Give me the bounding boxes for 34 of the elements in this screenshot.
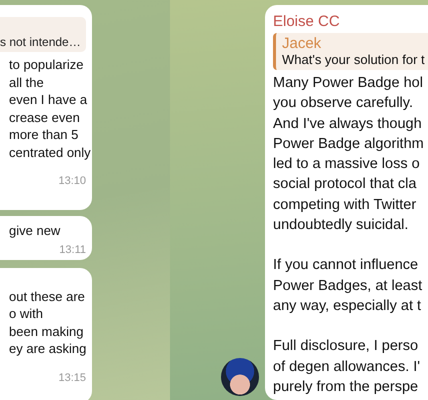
- message-text: even I have a: [8, 91, 88, 108]
- message-text: of degen allowances. I': [273, 358, 422, 377]
- message-text: purely from the perspe: [273, 378, 420, 397]
- message-text: crease even: [8, 108, 80, 126]
- message-text: Many Power Badge hol: [273, 74, 424, 93]
- reply-text: What's your solution for t: [282, 52, 426, 67]
- message-text: If you cannot influence: [273, 256, 420, 276]
- avatar[interactable]: [221, 358, 259, 396]
- sender-name[interactable]: Eloise CC: [273, 13, 428, 30]
- message-text: more than 5: [8, 126, 78, 144]
- message-time: 13:11: [59, 244, 86, 256]
- message-text: all the: [8, 74, 44, 91]
- message-text: been making: [8, 322, 84, 340]
- reply-author: Jacek: [282, 35, 322, 52]
- message-text: social protocol that cla: [273, 175, 418, 194]
- message-text: Power Badges, at least: [273, 276, 424, 296]
- message-text: o with: [8, 305, 43, 322]
- message-text: centrated only: [8, 144, 91, 161]
- message-text: competing with Twitter: [273, 196, 418, 215]
- message-text: led to a massive loss o: [273, 155, 421, 174]
- reply-quote[interactable]: Jacek What's your solution for t: [273, 33, 428, 70]
- message-text: Power Badge algorithm: [273, 134, 425, 154]
- message-text: undoubtedly suicidal.: [273, 216, 410, 236]
- message-text: any way, especially at t: [273, 296, 422, 316]
- message-text: And I've always though: [273, 114, 423, 134]
- message-time: 13:15: [58, 372, 86, 384]
- message-text: you observe carefully.: [273, 94, 414, 114]
- message-time: 13:10: [58, 175, 86, 187]
- message-text: out these are: [8, 288, 85, 305]
- message-text: to popularize: [8, 56, 84, 74]
- message-text: Full disclosure, I perso: [273, 337, 420, 356]
- message-text: ey are asking: [8, 340, 86, 358]
- reply-quote: s not intende…: [0, 17, 86, 52]
- message-text: give new: [8, 222, 60, 240]
